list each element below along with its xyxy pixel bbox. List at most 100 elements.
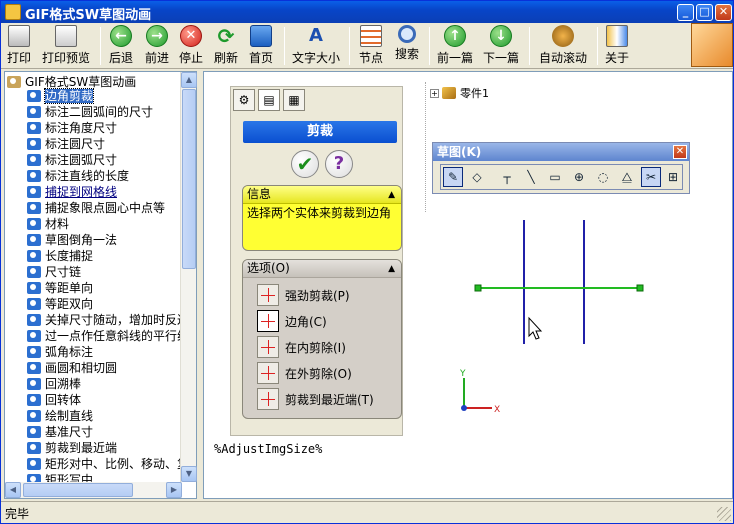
print-preview-label: 打印预览 — [41, 51, 90, 65]
tree-item[interactable]: 回转体 — [27, 392, 81, 408]
tree-item[interactable]: 材料 — [27, 216, 69, 232]
tree-item[interactable]: 基准尺寸 — [27, 424, 93, 440]
tree-item[interactable]: 绘制直线 — [27, 408, 93, 424]
tree-item-label: 矩形对中、比例、移动、复制 — [45, 457, 182, 471]
line-tool-icon[interactable]: ┬ — [497, 167, 517, 187]
tree-item[interactable]: 边角剪裁 — [27, 88, 95, 104]
line-icon[interactable]: ╲ — [521, 167, 541, 187]
topic-icon — [27, 170, 41, 182]
back-button[interactable]: ← 后退 — [105, 25, 137, 67]
topic-icon — [27, 426, 41, 438]
tree-item-label: 绘制直线 — [45, 409, 94, 423]
tree-item-label: 矩形写中 — [45, 473, 94, 482]
close-button[interactable]: ✕ — [715, 4, 732, 21]
sketch-toolbar-header[interactable]: 草图(K) ✕ — [433, 143, 689, 161]
tree-vertical-scrollbar[interactable]: ▲ ▼ — [180, 72, 197, 482]
tree-item[interactable]: 尺寸链 — [27, 264, 81, 280]
home-button[interactable]: 首页 — [245, 25, 277, 67]
sketch-canvas[interactable]: Y X — [454, 212, 714, 422]
expand-plus-icon[interactable]: + — [430, 89, 439, 98]
option-trim-inside[interactable]: 在内剪除(I) — [257, 336, 346, 360]
property-tab-icon[interactable]: ▤ — [258, 89, 280, 111]
options-header[interactable]: 选项(O) ▲ — [243, 260, 401, 278]
maximize-button[interactable]: □ — [696, 4, 713, 21]
info-header[interactable]: 信息 ▲ — [243, 186, 401, 204]
scroll-thumb[interactable] — [182, 89, 196, 269]
tree-horizontal-scrollbar[interactable]: ◀ ▶ — [5, 482, 182, 498]
search-button[interactable]: 搜索 — [391, 25, 423, 67]
part-tree-node[interactable]: + 零件1 — [430, 85, 489, 101]
sketch-toolbar-close-button[interactable]: ✕ — [673, 145, 687, 159]
option-trim-nearest[interactable]: 剪裁到最近端(T) — [257, 388, 374, 412]
tree-item[interactable]: 回溯棒 — [27, 376, 81, 392]
tree-item[interactable]: 标注直线的长度 — [27, 168, 129, 184]
collapse-up-icon[interactable]: ▲ — [388, 261, 395, 278]
about-button[interactable]: 关于 — [602, 25, 632, 67]
tree-root[interactable]: GIF格式SW草图动画 — [7, 73, 136, 89]
sketch-icon[interactable]: ✎ — [443, 167, 463, 187]
option-power-trim[interactable]: 强劲剪裁(P) — [257, 284, 350, 308]
topic-tree-panel[interactable]: GIF格式SW草图动画 边角剪裁 标注二圆弧间的尺寸 标注角度尺寸 标注圆尺寸 … — [4, 71, 197, 499]
font-size-button[interactable]: A 文字大小 — [289, 25, 343, 67]
tree-item[interactable]: 弧角标注 — [27, 344, 93, 360]
tree-item[interactable]: 矩形对中、比例、移动、复制 — [27, 456, 182, 472]
tree-item[interactable]: 长度捕捉 — [27, 248, 93, 264]
tree-item[interactable]: 矩形写中 — [27, 472, 93, 482]
home-label: 首页 — [248, 51, 273, 65]
scroll-left-button[interactable]: ◀ — [5, 482, 21, 498]
tree-item[interactable]: 过一点作任意斜线的平行线 — [27, 328, 182, 344]
node-button[interactable]: 节点 — [355, 25, 387, 67]
previous-article-button[interactable]: ↑ 前一篇 — [434, 25, 476, 67]
tree-item[interactable]: 捕捉到网格线 — [27, 184, 117, 200]
line-endpoint-left[interactable] — [474, 284, 482, 292]
topic-icon — [27, 138, 41, 150]
circle-icon[interactable]: ⊕ — [569, 167, 589, 187]
title-bar[interactable]: GIF格式SW草图动画 _ □ ✕ — [1, 1, 733, 23]
smart-dimension-icon[interactable]: ◇ — [467, 167, 487, 187]
trim-icon[interactable]: ✂ — [641, 167, 661, 187]
h-scroll-thumb[interactable] — [23, 483, 133, 497]
tree-item[interactable]: 等距单向 — [27, 280, 93, 296]
tree-item[interactable]: 标注圆弧尺寸 — [27, 152, 117, 168]
feature-tree-tab-icon[interactable]: ⚙ — [233, 89, 255, 111]
tree-item[interactable]: 等距双向 — [27, 296, 93, 312]
print-button[interactable]: 打印 — [3, 25, 35, 67]
option-trim-outside[interactable]: 在外剪除(O) — [257, 362, 352, 386]
trim-outside-icon — [257, 362, 279, 384]
scroll-up-button[interactable]: ▲ — [181, 72, 197, 88]
line-endpoint-right[interactable] — [636, 284, 644, 292]
stop-button[interactable]: ✕ 停止 — [176, 25, 206, 67]
option-corner[interactable]: 边角(C) — [257, 310, 327, 334]
auto-scroll-button[interactable]: 自动滚动 — [535, 25, 591, 67]
minimize-button[interactable]: _ — [677, 4, 694, 21]
scroll-right-button[interactable]: ▶ — [166, 482, 182, 498]
config-tab-icon[interactable]: ▦ — [283, 89, 305, 111]
forward-button[interactable]: → 前进 — [141, 25, 173, 67]
help-button[interactable]: ? — [325, 150, 353, 178]
ok-check-button[interactable]: ✔ — [291, 150, 319, 178]
refresh-button[interactable]: ⟳ 刷新 — [210, 25, 242, 67]
power-trim-icon — [257, 284, 279, 306]
tree-item[interactable]: 标注角度尺寸 — [27, 120, 117, 136]
tree-item[interactable]: 捕捉象限点圆心中点等 — [27, 200, 165, 216]
topic-icon — [27, 410, 41, 422]
topic-icon — [27, 314, 41, 326]
arc-icon[interactable]: ◌ — [593, 167, 613, 187]
tree-item[interactable]: 画圆和相切圆 — [27, 360, 117, 376]
scroll-down-button[interactable]: ▼ — [181, 466, 197, 482]
tree-item[interactable]: 草图倒角一法 — [27, 232, 117, 248]
tree-item[interactable]: 剪裁到最近端 — [27, 440, 117, 456]
tree-item[interactable]: 关掉尺寸随动，增加时反过 — [27, 312, 182, 328]
next-article-button[interactable]: ↓ 下一篇 — [480, 25, 522, 67]
topic-icon — [27, 234, 41, 246]
tree-item[interactable]: 标注圆尺寸 — [27, 136, 105, 152]
tree-item[interactable]: 标注二圆弧间的尺寸 — [27, 104, 153, 120]
collapse-up-icon[interactable]: ▲ — [388, 187, 395, 204]
rectangle-icon[interactable]: ▭ — [545, 167, 565, 187]
home-icon — [250, 25, 272, 47]
print-preview-button[interactable]: 打印预览 — [39, 25, 93, 67]
relations-icon[interactable]: ⊞ — [663, 167, 683, 187]
resize-grip-icon[interactable] — [717, 507, 731, 521]
option-label: 边角(C) — [285, 314, 327, 329]
mirror-icon[interactable]: ⧋ — [617, 167, 637, 187]
